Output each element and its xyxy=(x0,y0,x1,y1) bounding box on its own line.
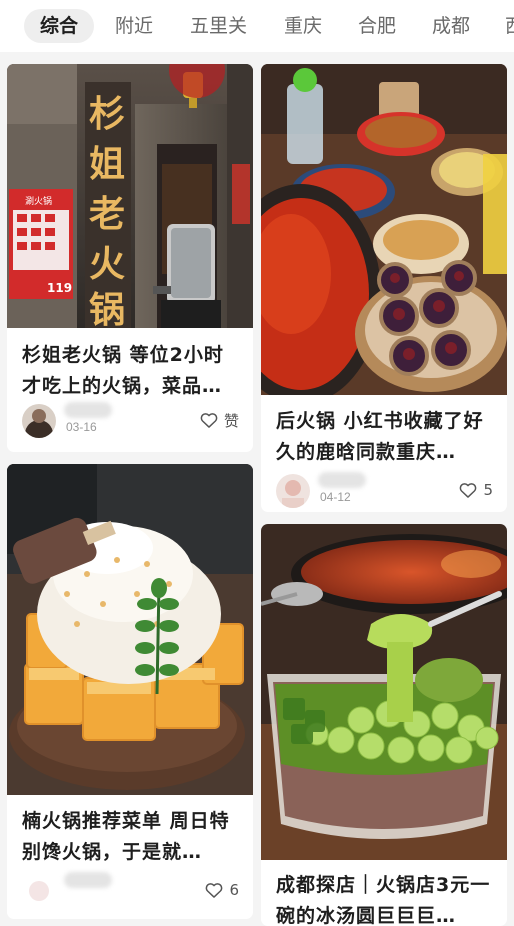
post-title[interactable]: 杉姐老火锅 等位2小时才吃上的火锅，菜品… xyxy=(22,340,241,402)
shop-sign-char: 火 xyxy=(89,243,125,285)
post-cover-image[interactable]: 杉 姐 老 火 锅 涮火锅 119 xyxy=(7,64,253,328)
shop-sign-char: 姐 xyxy=(89,143,125,185)
like-button[interactable]: 6 xyxy=(204,879,239,901)
post-title[interactable]: 成都探店｜火锅店3元一碗的冰汤圆巨巨巨… xyxy=(276,870,495,926)
tab-xi[interactable]: 西 xyxy=(503,9,514,43)
post-date: 04-12 xyxy=(320,490,351,504)
post-meta: 04-12 5 xyxy=(276,472,495,512)
category-tabs: 综合 附近 五里关 重庆 合肥 成都 西 xyxy=(0,0,514,52)
like-count: 5 xyxy=(483,481,493,499)
heart-outline-icon xyxy=(460,483,477,498)
tab-comprehensive[interactable]: 综合 xyxy=(24,9,95,43)
post-title[interactable]: 后火锅 小红书收藏了好久的鹿晗同款重庆… xyxy=(276,406,495,468)
post-cover-image[interactable] xyxy=(7,464,253,795)
svg-text:119: 119 xyxy=(47,281,72,295)
shop-sign-char: 杉 xyxy=(89,93,125,135)
post-title[interactable]: 楠火锅推荐菜单 周日特别馋火锅，于是就… xyxy=(22,806,241,868)
shop-sign-char: 老 xyxy=(89,193,125,235)
post-card[interactable]: 成都探店｜火锅店3元一碗的冰汤圆巨巨巨… xyxy=(261,524,507,926)
heart-outline-icon xyxy=(200,413,218,428)
shop-sign-char: 锅 xyxy=(89,289,125,328)
post-card[interactable]: 杉 姐 老 火 锅 涮火锅 119 杉姐老火锅 等位2小时才吃上的火锅，菜品… … xyxy=(7,64,253,452)
author-avatar[interactable] xyxy=(22,404,56,438)
author-name-blurred[interactable] xyxy=(64,872,112,888)
tab-wuliguan[interactable]: 五里关 xyxy=(188,9,249,43)
post-cover-image[interactable] xyxy=(261,64,507,395)
author-avatar[interactable] xyxy=(276,474,310,508)
like-button[interactable]: 5 xyxy=(458,479,493,501)
tab-nearby[interactable]: 附近 xyxy=(113,9,155,43)
like-button[interactable]: 赞 xyxy=(199,409,239,431)
tab-chongqing[interactable]: 重庆 xyxy=(282,9,324,43)
post-card[interactable]: 楠火锅推荐菜单 周日特别馋火锅，于是就… 6 xyxy=(7,464,253,919)
like-count: 6 xyxy=(229,881,239,899)
tab-hefei[interactable]: 合肥 xyxy=(356,9,398,43)
post-meta: 6 xyxy=(22,872,241,912)
svg-text:涮火锅: 涮火锅 xyxy=(25,196,52,207)
author-name-blurred[interactable] xyxy=(318,472,366,488)
heart-outline-icon xyxy=(206,883,223,898)
post-cover-image[interactable] xyxy=(261,524,507,860)
post-card[interactable]: 后火锅 小红书收藏了好久的鹿晗同款重庆… 04-12 5 xyxy=(261,64,507,512)
post-meta: 03-16 赞 xyxy=(22,402,241,442)
like-count: 赞 xyxy=(223,411,239,430)
author-avatar[interactable] xyxy=(22,874,56,908)
app-root: 综合 附近 五里关 重庆 合肥 成都 西 xyxy=(0,0,514,926)
author-name-blurred[interactable] xyxy=(64,402,112,418)
tab-chengdu[interactable]: 成都 xyxy=(430,9,472,43)
post-date: 03-16 xyxy=(66,420,97,434)
